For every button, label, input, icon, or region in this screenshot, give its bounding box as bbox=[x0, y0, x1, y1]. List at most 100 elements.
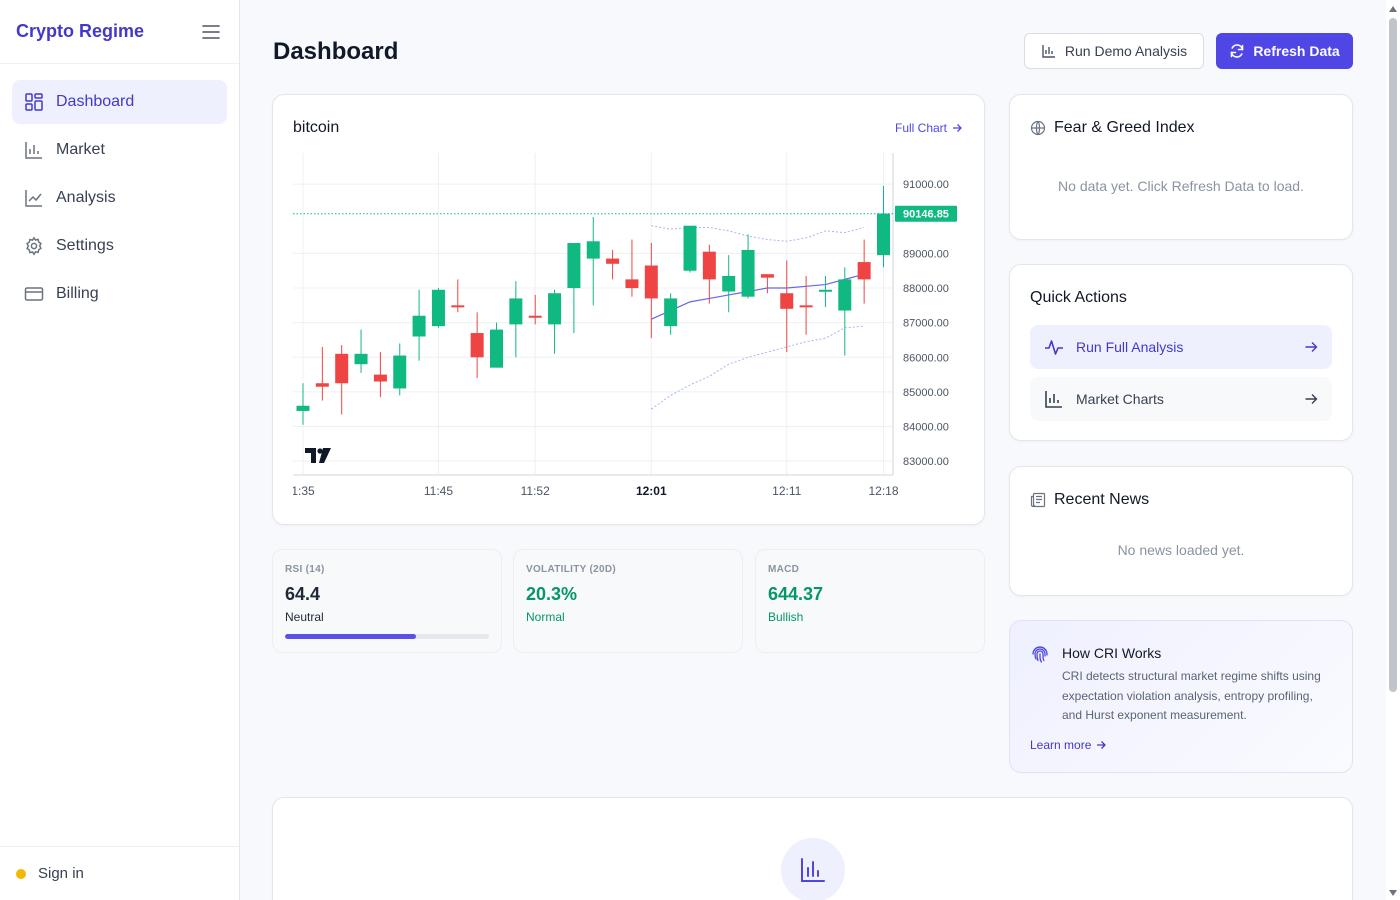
stat-label: MACD bbox=[768, 564, 800, 575]
candle-body bbox=[431, 289, 445, 327]
hamburger-icon bbox=[202, 24, 220, 39]
x-tick-label: 12:11 bbox=[772, 484, 801, 498]
sign-in-label: Sign in bbox=[38, 865, 84, 882]
rsi-progress-bar bbox=[285, 634, 489, 639]
candle-body bbox=[702, 251, 716, 280]
newspaper-icon bbox=[1030, 492, 1046, 508]
status-dot bbox=[16, 868, 26, 879]
y-tick-label: 89000.00 bbox=[903, 248, 949, 260]
candle-body bbox=[818, 289, 832, 292]
stat-status: Bullish bbox=[768, 610, 804, 624]
stat-label: VOLATILITY (20D) bbox=[526, 564, 616, 575]
sidebar-item-settings[interactable]: Settings bbox=[12, 224, 227, 268]
line-chart-icon bbox=[25, 190, 42, 207]
card-title-text: Fear & Greed Index bbox=[1054, 119, 1195, 136]
y-tick-label: 83000.00 bbox=[903, 456, 949, 468]
brand-row: Crypto Regime bbox=[0, 0, 239, 64]
candle-body bbox=[373, 374, 387, 382]
candle-body bbox=[780, 293, 794, 309]
full-chart-label: Full Chart bbox=[894, 121, 947, 135]
refresh-data-label: Refresh Data bbox=[1253, 43, 1340, 59]
recent-news-card: Recent News No news loaded yet. bbox=[1009, 466, 1353, 596]
sidebar-item-label: Dashboard bbox=[56, 93, 135, 110]
sidebar-item-market[interactable]: Market bbox=[12, 128, 227, 172]
candle-body bbox=[412, 315, 426, 337]
fear-greed-empty-text: No data yet. Click Refresh Data to load. bbox=[1058, 178, 1304, 194]
sidebar-item-analysis[interactable]: Analysis bbox=[12, 176, 227, 220]
page-scrollbar[interactable] bbox=[1386, 0, 1400, 900]
market-charts-button[interactable]: Market Charts bbox=[1030, 377, 1332, 421]
macd-stat-card: MACD 644.37 Bullish bbox=[755, 549, 985, 653]
x-tick-label: 12:18 bbox=[868, 484, 898, 498]
quick-actions-card: Quick Actions Run Full Analysis Market C… bbox=[1009, 264, 1353, 441]
candle-body bbox=[586, 241, 600, 259]
scroll-down-arrow[interactable] bbox=[1389, 890, 1397, 896]
dashboard-grid-icon bbox=[25, 93, 43, 111]
y-tick-label: 86000.00 bbox=[903, 352, 949, 364]
candle-body bbox=[470, 333, 484, 358]
sign-in-link[interactable]: Sign in bbox=[0, 846, 239, 900]
run-demo-analysis-button[interactable]: Run Demo Analysis bbox=[1024, 33, 1204, 69]
candle-body bbox=[644, 265, 658, 299]
y-tick-label: 85000.00 bbox=[903, 387, 949, 399]
refresh-icon bbox=[1231, 44, 1244, 58]
refresh-data-button[interactable]: Refresh Data bbox=[1216, 33, 1353, 69]
empty-state-icon-wrap bbox=[781, 838, 845, 900]
candle-body bbox=[335, 353, 349, 384]
arrow-right-icon bbox=[1305, 394, 1318, 404]
candle-body bbox=[877, 213, 890, 256]
stat-status: Neutral bbox=[285, 610, 324, 624]
stat-value: 20.3% bbox=[526, 584, 578, 604]
rsi-stat-card: RSI (14) 64.4 Neutral bbox=[272, 549, 502, 653]
bar-chart-icon bbox=[801, 858, 825, 882]
price-chart-card: bitcoin Full Chart 91000.00 89000.00 88000… bbox=[272, 94, 985, 525]
candle-body bbox=[548, 293, 562, 325]
y-tick-label: 91000.00 bbox=[903, 179, 949, 191]
sidebar-item-dashboard[interactable]: Dashboard bbox=[12, 80, 227, 124]
last-price-label: 90146.85 bbox=[903, 209, 949, 221]
chart-title: bitcoin bbox=[293, 119, 340, 136]
quick-actions-title: Quick Actions bbox=[1030, 289, 1127, 307]
candle-body bbox=[606, 258, 620, 264]
candle-body bbox=[760, 274, 774, 278]
quick-action-label: Run Full Analysis bbox=[1076, 339, 1184, 355]
bar-chart-icon bbox=[1045, 391, 1062, 408]
candle-body bbox=[393, 355, 407, 389]
scroll-thumb[interactable] bbox=[1389, 18, 1397, 692]
menu-toggle-button[interactable] bbox=[199, 20, 223, 44]
scroll-up-arrow[interactable] bbox=[1389, 6, 1397, 12]
sidebar-nav: Dashboard Market Analysis Settings Billi… bbox=[0, 64, 239, 336]
info-body: CRI detects structural market regime shi… bbox=[1062, 669, 1321, 722]
stat-status: Normal bbox=[526, 610, 565, 624]
candle-body bbox=[664, 298, 678, 327]
credit-card-icon bbox=[24, 287, 44, 301]
card-title-text: Recent News bbox=[1054, 491, 1150, 508]
candle-body bbox=[838, 279, 852, 311]
sidebar-item-label: Market bbox=[56, 141, 105, 158]
quick-action-label: Market Charts bbox=[1076, 391, 1164, 407]
sidebar-item-billing[interactable]: Billing bbox=[12, 272, 227, 316]
candle-body bbox=[490, 329, 503, 368]
stat-value: 644.37 bbox=[768, 584, 824, 604]
bar-chart-icon bbox=[25, 142, 42, 159]
candle-body bbox=[722, 275, 736, 292]
y-tick-label: 88000.00 bbox=[903, 283, 949, 295]
gear-icon bbox=[26, 236, 42, 256]
brand-logo-text[interactable]: Crypto Regime bbox=[16, 21, 144, 42]
fear-greed-card: Fear & Greed Index No data yet. Click Re… bbox=[1009, 94, 1353, 240]
how-cri-works-card: How CRI Works CRI detects structural mar… bbox=[1009, 620, 1353, 773]
learn-more-link[interactable]: Learn more bbox=[1030, 738, 1107, 752]
volatility-stat-card: VOLATILITY (20D) 20.3% Normal bbox=[513, 549, 743, 653]
candle-body bbox=[528, 315, 542, 318]
sidebar-item-label: Settings bbox=[56, 237, 114, 254]
candle-body bbox=[509, 298, 523, 325]
sidebar-item-label: Analysis bbox=[56, 189, 116, 206]
news-empty-text: No news loaded yet. bbox=[1117, 542, 1245, 558]
run-full-analysis-button[interactable]: Run Full Analysis bbox=[1030, 325, 1332, 369]
full-chart-link[interactable]: Full Chart bbox=[895, 121, 962, 135]
candle-body bbox=[683, 225, 697, 271]
candle-body bbox=[354, 353, 368, 365]
candlestick-chart[interactable]: 91000.00 89000.00 88000.00 87000.00 86000.00… bbox=[293, 153, 965, 508]
moving-average-line bbox=[651, 273, 865, 320]
y-tick-label: 87000.00 bbox=[903, 318, 949, 330]
